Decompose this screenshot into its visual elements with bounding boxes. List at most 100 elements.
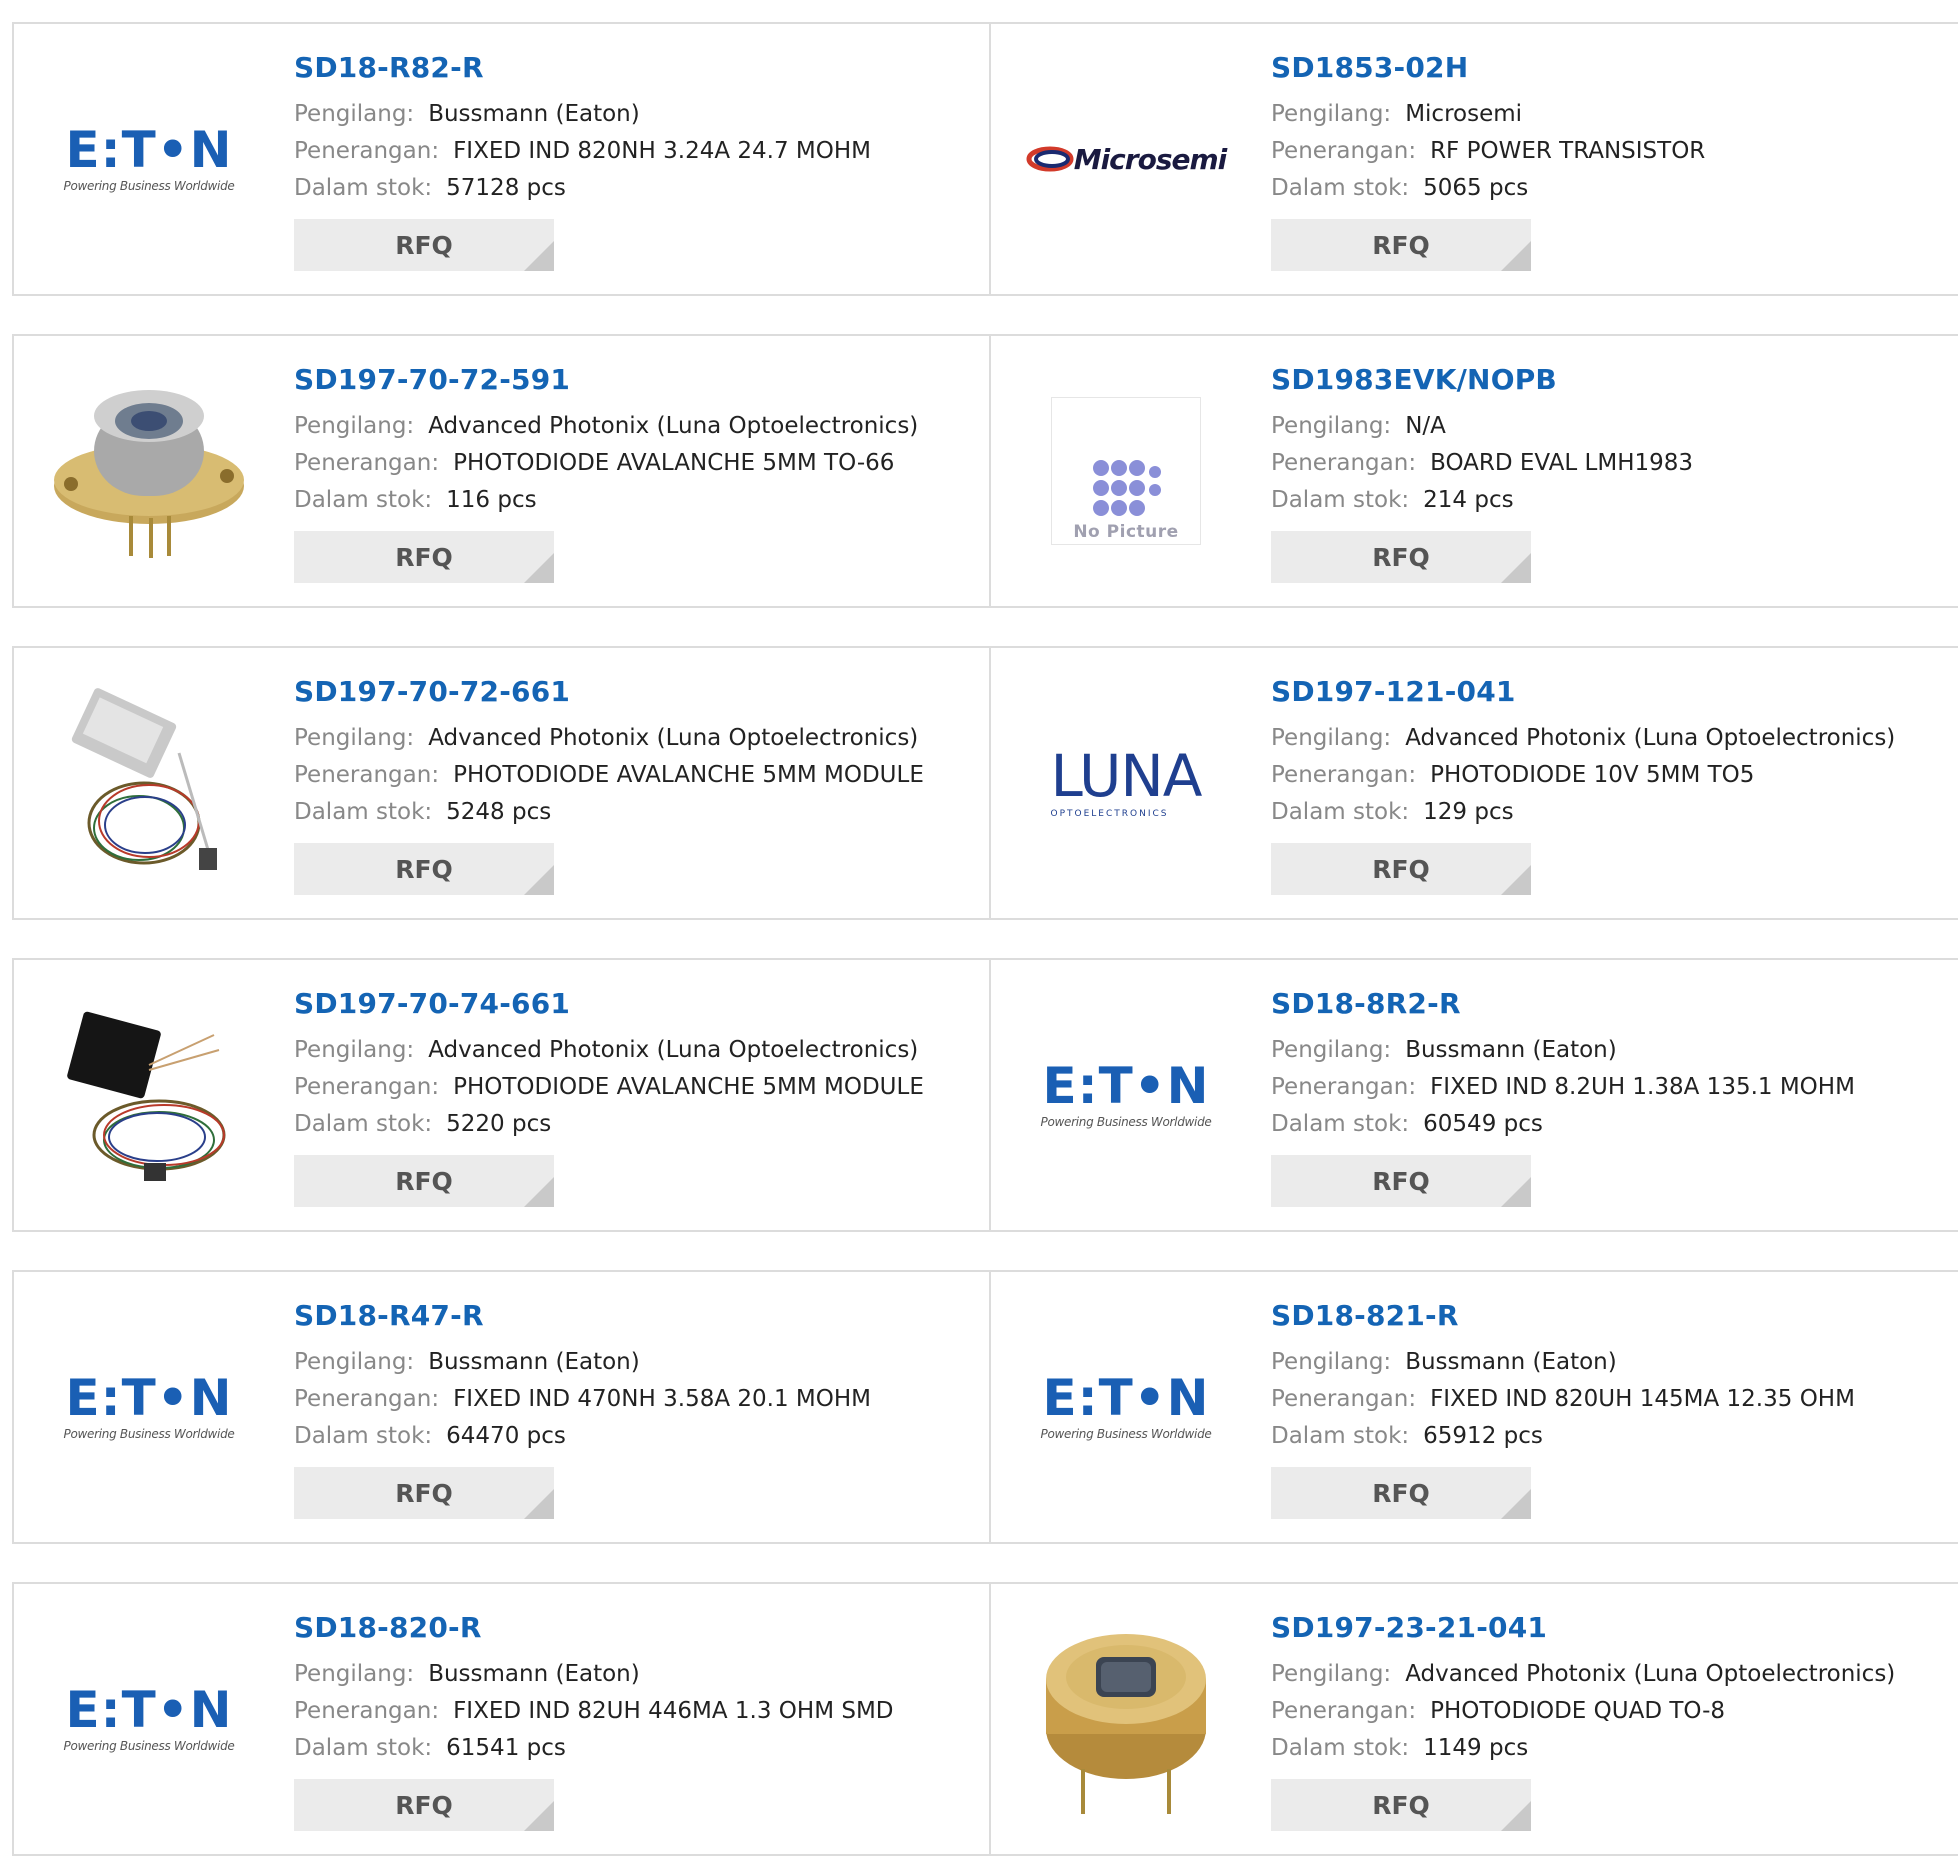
manufacturer-value: Bussmann (Eaton) xyxy=(428,1661,640,1687)
luna-logo-subtitle: OPTOELECTRONICS xyxy=(1050,809,1169,819)
part-number-link[interactable]: SD1983EVK/NOPB xyxy=(1271,366,1950,394)
part-number-link[interactable]: SD18-R47-R xyxy=(294,1302,979,1330)
rfq-button-label: RFQ xyxy=(1372,1166,1430,1196)
product-card: Microsemi SD1853-02H Pengilang: Microsemi Pe… xyxy=(991,24,1958,294)
luna-logo[interactable]: LUNA OPTOELECTRONICS xyxy=(1021,683,1231,883)
stock-row: Dalam stok: 65912 pcs xyxy=(1271,1418,1950,1455)
stock-row: Dalam stok: 61541 pcs xyxy=(294,1730,979,1767)
product-info: SD197-70-74-661 Pengilang: Advanced Photon… xyxy=(294,990,979,1207)
rfq-button[interactable]: RFQ xyxy=(294,531,554,583)
no-picture-label: No Picture xyxy=(1073,522,1179,542)
description-row: Penerangan: FIXED IND 820UH 145MA 12.35 O… xyxy=(1271,1381,1950,1418)
photodiode-to66-photo[interactable] xyxy=(44,371,254,571)
part-number-link[interactable]: SD197-70-72-591 xyxy=(294,366,979,394)
eaton-logo-mark: E:T•N Powering Business Worldwide xyxy=(64,1685,235,1753)
eaton-logo[interactable]: E:T•N Powering Business Worldwide xyxy=(44,1619,254,1819)
rfq-button-label: RFQ xyxy=(1372,542,1430,572)
stock-value: 57128 pcs xyxy=(446,175,566,201)
product-card: LUNA OPTOELECTRONICS SD197-121-041 Pengilan… xyxy=(991,648,1958,918)
stock-label: Dalam stok: xyxy=(294,1423,433,1449)
eaton-logo-word: E:T•N xyxy=(65,1369,233,1427)
eaton-logo[interactable]: E:T•N Powering Business Worldwide xyxy=(44,1307,254,1507)
photodiode-module-image xyxy=(71,688,217,870)
stock-label: Dalam stok: xyxy=(1271,487,1410,513)
manufacturer-value: Microsemi xyxy=(1405,101,1523,127)
rfq-button[interactable]: RFQ xyxy=(294,219,554,271)
photodiode-module-photo[interactable] xyxy=(44,683,254,883)
rfq-button[interactable]: RFQ xyxy=(294,1467,554,1519)
corner-triangle-icon xyxy=(524,241,554,271)
product-info: SD1983EVK/NOPB Pengilang: N/A Penerangan: BO… xyxy=(1271,366,1950,583)
description-row: Penerangan: RF POWER TRANSISTOR xyxy=(1271,133,1950,170)
part-number-link[interactable]: SD18-820-R xyxy=(294,1614,979,1642)
manufacturer-label: Pengilang: xyxy=(294,101,415,127)
luna-logo-word: LUNA xyxy=(1050,742,1203,810)
rfq-button-label: RFQ xyxy=(1372,1478,1430,1508)
microsemi-swirl-icon xyxy=(1026,146,1074,172)
stock-value: 5248 pcs xyxy=(446,799,552,825)
description-value: PHOTODIODE QUAD TO-8 xyxy=(1430,1698,1726,1724)
rfq-button[interactable]: RFQ xyxy=(294,1779,554,1831)
eaton-logo-mark: E:T•N Powering Business Worldwide xyxy=(1041,1061,1212,1129)
description-label: Penerangan: xyxy=(294,1698,440,1724)
no-picture-placeholder[interactable]: No Picture xyxy=(1021,371,1231,571)
rfq-button[interactable]: RFQ xyxy=(1271,1779,1531,1831)
description-label: Penerangan: xyxy=(294,1386,440,1412)
stock-value: 64470 pcs xyxy=(446,1423,566,1449)
rfq-button[interactable]: RFQ xyxy=(1271,531,1531,583)
manufacturer-label: Pengilang: xyxy=(294,1037,415,1063)
rfq-button-label: RFQ xyxy=(395,1166,453,1196)
product-row: SD197-70-72-661 Pengilang: Advanced Photon… xyxy=(12,646,1958,920)
manufacturer-value: Advanced Photonix (Luna Optoelectronics) xyxy=(428,725,919,751)
description-value: PHOTODIODE 10V 5MM TO5 xyxy=(1430,762,1755,788)
description-value: FIXED IND 470NH 3.58A 20.1 MOHM xyxy=(453,1386,871,1412)
manufacturer-row: Pengilang: Advanced Photonix (Luna Optoel… xyxy=(1271,1656,1950,1693)
part-number-link[interactable]: SD18-8R2-R xyxy=(1271,990,1950,1018)
part-number-link[interactable]: SD197-70-74-661 xyxy=(294,990,979,1018)
rfq-button[interactable]: RFQ xyxy=(294,1155,554,1207)
rfq-button[interactable]: RFQ xyxy=(294,843,554,895)
eaton-logo[interactable]: E:T•N Powering Business Worldwide xyxy=(1021,995,1231,1195)
description-row: Penerangan: FIXED IND 470NH 3.58A 20.1 MO… xyxy=(294,1381,979,1418)
eaton-logo[interactable]: E:T•N Powering Business Worldwide xyxy=(1021,1307,1231,1507)
photodiode-to8-image xyxy=(1046,1634,1206,1814)
stock-label: Dalam stok: xyxy=(294,1111,433,1137)
corner-triangle-icon xyxy=(524,553,554,583)
stock-value: 60549 pcs xyxy=(1423,1111,1543,1137)
corner-triangle-icon xyxy=(1501,1177,1531,1207)
part-number-link[interactable]: SD197-121-041 xyxy=(1271,678,1950,706)
rfq-button[interactable]: RFQ xyxy=(1271,219,1531,271)
part-number-link[interactable]: SD197-70-72-661 xyxy=(294,678,979,706)
stock-label: Dalam stok: xyxy=(1271,1735,1410,1761)
corner-triangle-icon xyxy=(1501,865,1531,895)
manufacturer-row: Pengilang: Bussmann (Eaton) xyxy=(294,96,979,133)
part-number-link[interactable]: SD18-R82-R xyxy=(294,54,979,82)
rfq-button[interactable]: RFQ xyxy=(1271,843,1531,895)
part-number-link[interactable]: SD197-23-21-041 xyxy=(1271,1614,1950,1642)
product-card: E:T•N Powering Business Worldwide SD18-820… xyxy=(14,1584,991,1854)
photodiode-to66-image xyxy=(54,390,244,558)
stock-row: Dalam stok: 5220 pcs xyxy=(294,1106,979,1143)
photodiode-to8-photo[interactable] xyxy=(1021,1619,1231,1819)
product-card: SD197-70-74-661 Pengilang: Advanced Photon… xyxy=(14,960,991,1230)
product-card: E:T•N Powering Business Worldwide SD18-R82… xyxy=(14,24,991,294)
stock-value: 129 pcs xyxy=(1423,799,1514,825)
stock-row: Dalam stok: 60549 pcs xyxy=(1271,1106,1950,1143)
rfq-button[interactable]: RFQ xyxy=(1271,1467,1531,1519)
rfq-button[interactable]: RFQ xyxy=(1271,1155,1531,1207)
eaton-logo-word: E:T•N xyxy=(1042,1057,1210,1115)
eaton-logo[interactable]: E:T•N Powering Business Worldwide xyxy=(44,59,254,259)
microsemi-logo[interactable]: Microsemi xyxy=(1021,59,1231,259)
part-number-link[interactable]: SD1853-02H xyxy=(1271,54,1950,82)
eaton-logo-mark: E:T•N Powering Business Worldwide xyxy=(64,1373,235,1441)
stock-label: Dalam stok: xyxy=(1271,1423,1410,1449)
part-number-link[interactable]: SD18-821-R xyxy=(1271,1302,1950,1330)
product-info: SD1853-02H Pengilang: Microsemi Penerangan:… xyxy=(1271,54,1950,271)
eaton-logo-word: E:T•N xyxy=(65,1681,233,1739)
manufacturer-row: Pengilang: Advanced Photonix (Luna Optoel… xyxy=(1271,720,1950,757)
product-info: SD18-R82-R Pengilang: Bussmann (Eaton) Pene… xyxy=(294,54,979,271)
rfq-button-label: RFQ xyxy=(395,542,453,572)
description-label: Penerangan: xyxy=(1271,1074,1417,1100)
photodiode-module-black-photo[interactable] xyxy=(44,995,254,1195)
description-row: Penerangan: PHOTODIODE AVALANCHE 5MM TO-6… xyxy=(294,445,979,482)
